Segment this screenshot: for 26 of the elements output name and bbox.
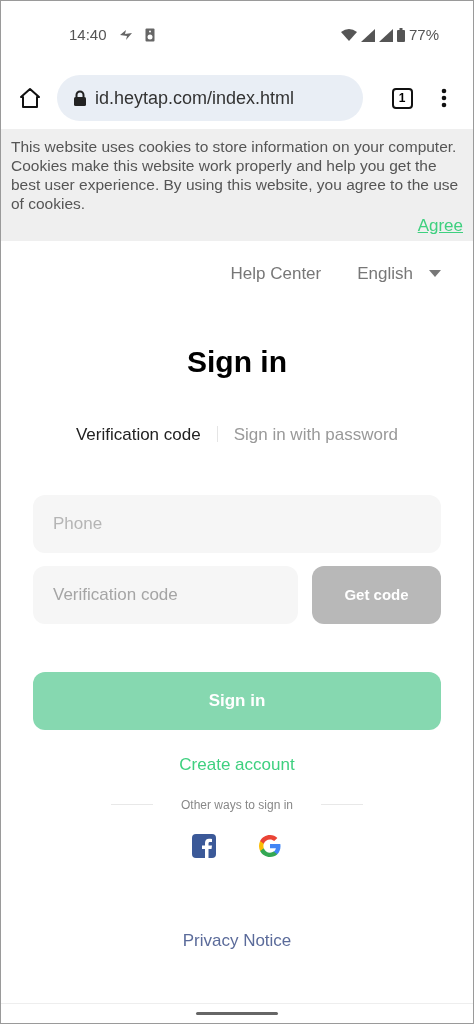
url-text: id.heytap.com/index.html xyxy=(95,86,295,110)
home-icon[interactable] xyxy=(19,87,41,109)
phone-field[interactable]: Phone xyxy=(33,495,441,553)
sign-in-tab[interactable]: Sign in with password xyxy=(233,421,399,447)
caret-icon xyxy=(429,270,441,278)
speaker-icon xyxy=(144,28,155,42)
battery-percent: 77% xyxy=(408,24,439,45)
help-center-link[interactable]: Help Center xyxy=(230,261,322,287)
wifi-icon xyxy=(340,29,357,41)
privacy-notice-link[interactable]: Privacy Notice xyxy=(182,927,292,953)
signal-icon xyxy=(378,28,393,42)
facebook-icon[interactable] xyxy=(192,833,216,858)
cookie-message: This website uses cookies to store information on your computer. Cookies make this website work properly and help you get the best user experience. By using this website, you agree to the use of cookies. xyxy=(11,137,460,213)
address-bar[interactable]: id.heytap.com/index.html xyxy=(57,75,363,121)
google-icon[interactable] xyxy=(258,833,282,858)
status-time: 14:40 xyxy=(69,24,107,45)
page-title: Sign in xyxy=(186,343,288,380)
sign-in-tab[interactable]: Verification code xyxy=(75,421,201,447)
language-dropdown[interactable]: English xyxy=(357,261,441,287)
signal-icon xyxy=(360,28,375,42)
more-menu-icon[interactable] xyxy=(441,88,447,108)
tab-count-button[interactable]: 1 xyxy=(391,87,413,109)
other-ways-label: Other ways to sign in xyxy=(180,796,294,814)
lock-icon xyxy=(73,90,87,106)
battery-icon xyxy=(396,28,405,42)
verification-code-field[interactable]: Verification code xyxy=(33,566,298,624)
